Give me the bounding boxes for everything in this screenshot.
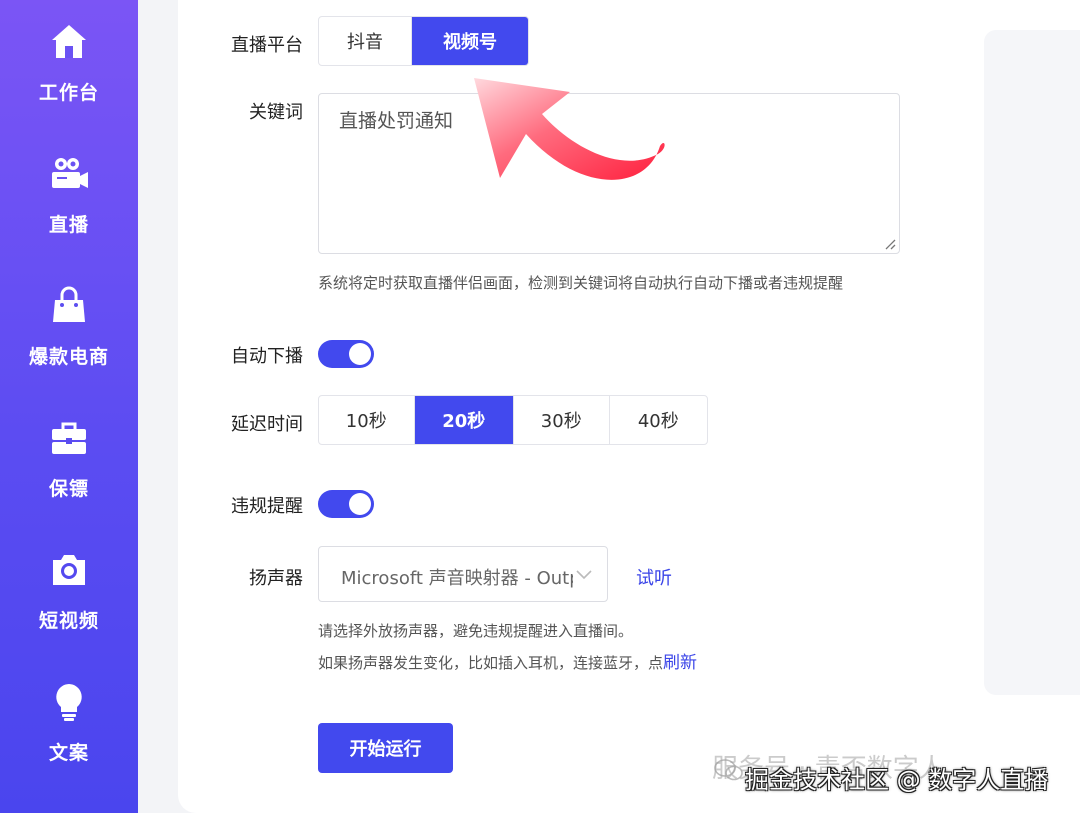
juejin-watermark: 掘金技术社区 @ 数字人直播 — [745, 766, 1049, 794]
speaker-label: 扬声器 — [249, 568, 303, 589]
sidebar: 工作台 直播 爆款电商 保镖 短视频 文案 — [0, 0, 138, 813]
refresh-link[interactable]: 刷新 — [663, 653, 697, 673]
video-camera-icon — [52, 158, 88, 188]
sidebar-item-label: 保镖 — [48, 478, 89, 500]
platform-option-douyin[interactable]: 抖音 — [319, 17, 413, 65]
speaker-change-hint-text: 如果扬声器发生变化，比如插入耳机，连接蓝牙，点 — [318, 654, 664, 672]
chevron-down-icon — [576, 570, 592, 580]
home-icon — [52, 25, 86, 58]
sidebar-item-bodyguard[interactable]: 保镖 — [0, 418, 138, 518]
speaker-hint: 请选择外放扬声器，避免违规提醒进入直播间。 — [318, 622, 634, 640]
sidebar-item-short-video[interactable]: 短视频 — [0, 550, 138, 650]
violation-alert-label: 违规提醒 — [231, 496, 303, 517]
sidebar-item-live[interactable]: 直播 — [0, 154, 138, 254]
platform-option-shipinhao[interactable]: 视频号 — [412, 17, 528, 65]
delay-option-40s[interactable]: 40秒 — [610, 396, 707, 444]
speaker-select[interactable]: Microsoft 声音映射器 - Output — [318, 546, 608, 602]
platform-label: 直播平台 — [231, 35, 303, 56]
lightbulb-icon — [56, 684, 82, 721]
auto-stop-label: 自动下播 — [231, 346, 303, 367]
violation-alert-toggle[interactable] — [318, 490, 374, 518]
auto-stop-toggle[interactable] — [318, 340, 374, 368]
briefcase-icon — [52, 422, 86, 454]
toggle-knob — [349, 343, 371, 365]
keywords-value: 直播处罚通知 — [339, 110, 454, 132]
start-button[interactable]: 开始运行 — [318, 723, 453, 773]
sidebar-item-label: 工作台 — [38, 82, 99, 104]
delay-option-20s[interactable]: 20秒 — [414, 396, 514, 444]
sidebar-item-workbench[interactable]: 工作台 — [0, 22, 138, 122]
speaker-select-value: Microsoft 声音映射器 - Output — [341, 568, 573, 589]
sidebar-item-label: 短视频 — [38, 610, 99, 632]
delay-option-10s[interactable]: 10秒 — [319, 396, 415, 444]
delay-label: 延迟时间 — [231, 414, 303, 435]
sidebar-item-label: 直播 — [48, 214, 89, 236]
delay-option-30s[interactable]: 30秒 — [514, 396, 610, 444]
shopping-bag-icon — [53, 286, 85, 322]
sidebar-item-copywriting[interactable]: 文案 — [0, 682, 138, 782]
sidebar-item-label: 爆款电商 — [28, 346, 109, 368]
listen-link[interactable]: 试听 — [636, 564, 672, 590]
sidebar-item-ecommerce[interactable]: 爆款电商 — [0, 286, 138, 386]
right-panel — [984, 30, 1080, 695]
delay-selector: 10秒 20秒 30秒 40秒 — [318, 395, 708, 445]
keywords-hint: 系统将定时获取直播伴侣画面，检测到关键词将自动执行自动下播或者违规提醒 — [318, 274, 844, 292]
platform-selector: 抖音 视频号 — [318, 16, 529, 66]
camera-icon — [53, 555, 85, 585]
sidebar-item-label: 文案 — [48, 742, 89, 764]
keywords-label: 关键词 — [249, 102, 303, 123]
toggle-knob — [349, 493, 371, 515]
keywords-textarea[interactable]: 直播处罚通知 — [318, 93, 900, 254]
resize-handle-icon[interactable] — [884, 238, 896, 250]
speaker-change-hint: 如果扬声器发生变化，比如插入耳机，连接蓝牙，点刷新 — [318, 648, 697, 673]
